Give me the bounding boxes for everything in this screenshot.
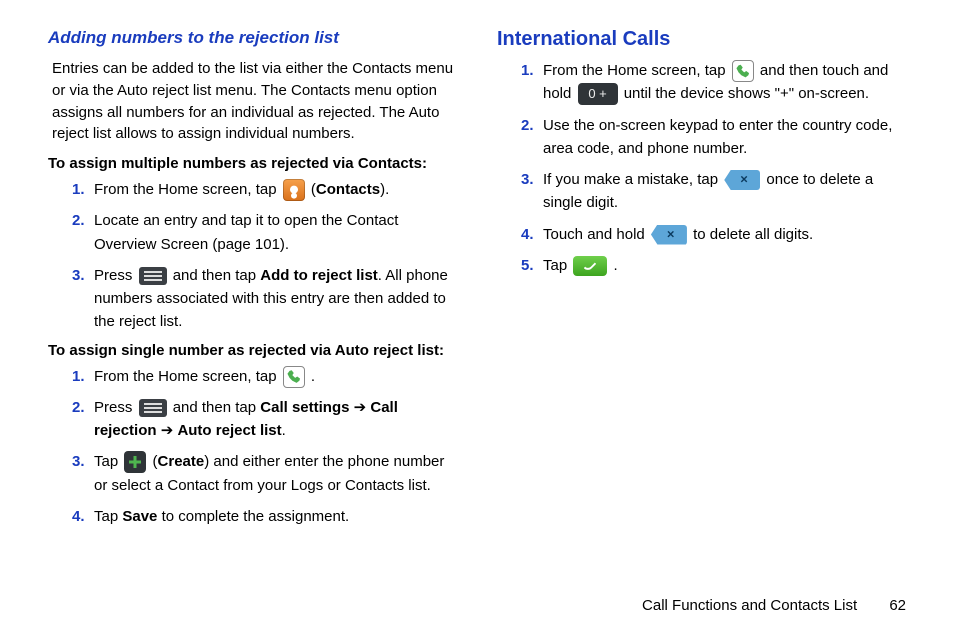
create-label: Create <box>158 453 205 470</box>
zero-key-icon: 0 + <box>578 83 618 105</box>
step-number: 2. <box>72 209 85 232</box>
step-text: Tap <box>543 257 571 274</box>
step-r4: 4. Touch and hold to delete all digits. <box>521 223 906 246</box>
menu-icon <box>139 267 167 285</box>
add-to-reject-label: Add to reject list <box>260 267 378 284</box>
step-text: . <box>282 422 286 439</box>
step-number: 2. <box>72 396 85 419</box>
step-text: From the Home screen, tap <box>94 368 281 385</box>
arrow-icon: ➔ <box>349 399 370 416</box>
step-text: From the Home screen, tap <box>543 62 730 79</box>
step-text: . <box>311 368 315 385</box>
step-number: 4. <box>72 505 85 528</box>
save-label: Save <box>122 508 157 525</box>
step-b3: 3. Tap (Create) and either enter the pho… <box>72 450 457 497</box>
menu-icon <box>139 399 167 417</box>
step-text: From the Home screen, tap <box>94 181 281 198</box>
step-a1: 1. From the Home screen, tap (Contacts). <box>72 178 457 201</box>
step-r1: 1. From the Home screen, tap and then to… <box>521 59 906 106</box>
step-text: If you make a mistake, tap <box>543 171 722 188</box>
right-list: 1. From the Home screen, tap and then to… <box>497 59 906 277</box>
step-number: 1. <box>72 365 85 388</box>
left-heading: Adding numbers to the rejection list <box>48 28 457 48</box>
step-number: 1. <box>521 59 534 82</box>
step-r2: 2. Use the on-screen keypad to enter the… <box>521 114 906 161</box>
backspace-icon <box>651 225 687 245</box>
step-number: 2. <box>521 114 534 137</box>
arrow-icon: ➔ <box>157 422 178 439</box>
page-footer: Call Functions and Contacts List 62 <box>642 597 906 614</box>
left-intro: Entries can be added to the list via eit… <box>52 58 457 145</box>
right-heading: International Calls <box>497 28 906 51</box>
page-columns: Adding numbers to the rejection list Ent… <box>48 28 906 536</box>
step-number: 3. <box>72 264 85 287</box>
phone-icon <box>283 366 305 388</box>
call-button-icon <box>573 256 607 276</box>
backspace-icon <box>724 170 760 190</box>
step-text: . <box>614 257 618 274</box>
step-text: Locate an entry and tap it to open the C… <box>94 212 398 252</box>
step-number: 3. <box>521 168 534 191</box>
left-column: Adding numbers to the rejection list Ent… <box>48 28 457 536</box>
step-b1: 1. From the Home screen, tap . <box>72 365 457 388</box>
step-text: until the device shows "+" on-screen. <box>624 85 869 102</box>
step-b2: 2. Press and then tap Call settings ➔ Ca… <box>72 396 457 443</box>
step-a2: 2. Locate an entry and tap it to open th… <box>72 209 457 256</box>
section-b-list: 1. From the Home screen, tap . 2. Press … <box>48 365 457 529</box>
contacts-label: Contacts <box>316 181 380 198</box>
step-number: 4. <box>521 223 534 246</box>
step-number: 5. <box>521 254 534 277</box>
plus-icon <box>124 451 146 473</box>
call-settings-label: Call settings <box>260 399 349 416</box>
step-number: 3. <box>72 450 85 473</box>
step-text: Press <box>94 267 137 284</box>
step-r5: 5. Tap . <box>521 254 906 277</box>
step-text: Press <box>94 399 137 416</box>
section-b-title: To assign single number as rejected via … <box>48 342 457 359</box>
section-a-title: To assign multiple numbers as rejected v… <box>48 155 457 172</box>
step-text: Tap <box>94 453 122 470</box>
step-b4: 4. Tap Save to complete the assignment. <box>72 505 457 528</box>
step-text: and then tap <box>173 267 261 284</box>
step-r3: 3. If you make a mistake, tap once to de… <box>521 168 906 215</box>
step-text: and then tap <box>173 399 261 416</box>
step-a3: 3. Press and then tap Add to reject list… <box>72 264 457 334</box>
step-text: Tap <box>94 508 122 525</box>
auto-reject-list-label: Auto reject list <box>177 422 281 439</box>
step-text: ) and either enter the phone number or s… <box>94 453 444 493</box>
step-text: Touch and hold <box>543 226 649 243</box>
footer-section: Call Functions and Contacts List <box>642 597 857 614</box>
phone-icon <box>732 60 754 82</box>
right-column: International Calls 1. From the Home scr… <box>497 28 906 536</box>
step-text: to delete all digits. <box>693 226 813 243</box>
section-a-list: 1. From the Home screen, tap (Contacts).… <box>48 178 457 334</box>
step-text: to complete the assignment. <box>157 508 349 525</box>
step-text: Use the on-screen keypad to enter the co… <box>543 117 892 157</box>
contacts-icon <box>283 179 305 201</box>
page-number: 62 <box>889 597 906 614</box>
step-number: 1. <box>72 178 85 201</box>
step-text: ). <box>380 181 389 198</box>
